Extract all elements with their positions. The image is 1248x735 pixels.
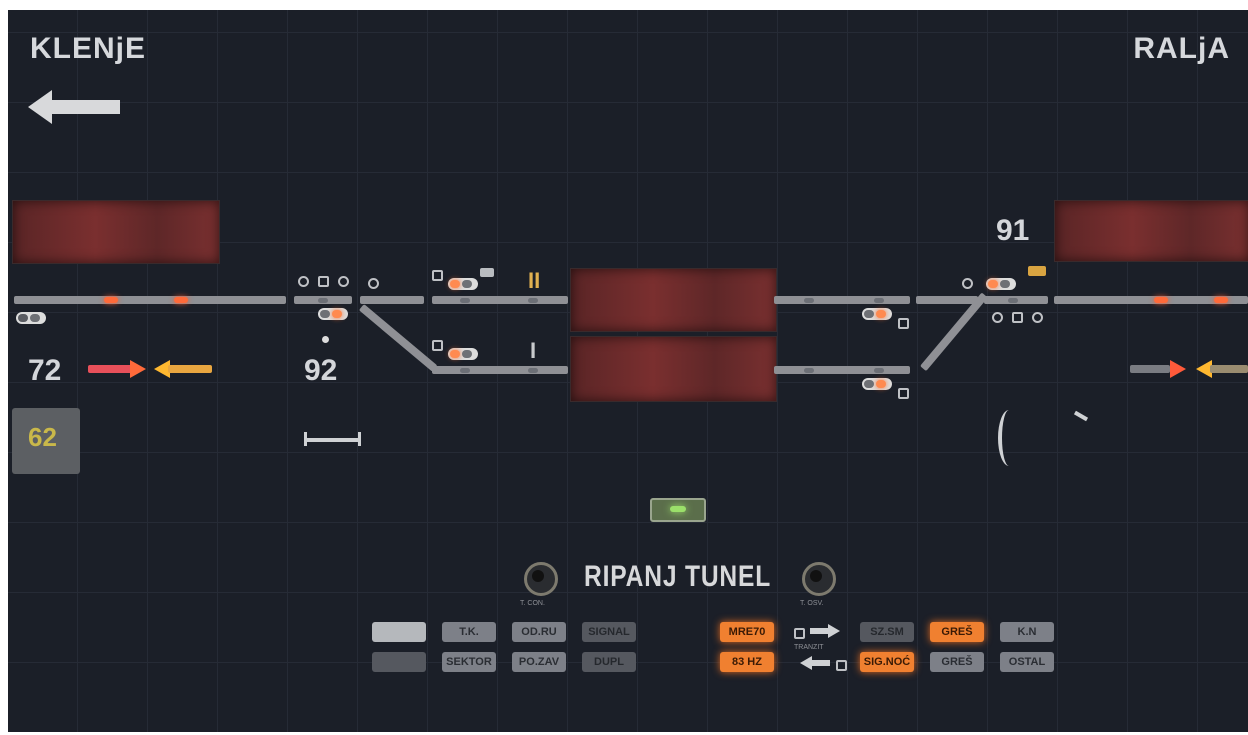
indicator-dot <box>298 276 309 287</box>
track-lamp <box>104 297 118 303</box>
track-number-1: I <box>530 338 537 363</box>
display-track-2 <box>570 268 777 332</box>
track-segment <box>360 296 424 304</box>
panel-button[interactable]: OSTAL <box>1000 652 1054 672</box>
indicator-dot <box>322 336 329 343</box>
segment-lamp <box>528 298 538 303</box>
station-right-label: RALjA <box>1133 32 1230 65</box>
panel-button[interactable]: GREŠ <box>930 652 984 672</box>
indicator-dot <box>992 312 1003 323</box>
isolation-bar-end <box>358 432 361 446</box>
panel-button-sig-noc[interactable]: SIG.NOĆ <box>860 652 914 672</box>
segment-lamp <box>874 298 884 303</box>
signal-entry-left[interactable] <box>318 308 348 320</box>
segment-lamp <box>804 298 814 303</box>
indicator-dot <box>338 276 349 287</box>
indicator-dot <box>962 278 973 289</box>
indicator-square <box>898 388 909 399</box>
block-number-72: 72 <box>28 354 62 387</box>
track-2-left <box>432 296 568 304</box>
indicator-dot <box>368 278 379 289</box>
indicator-square <box>1012 312 1023 323</box>
segment-lamp <box>874 368 884 373</box>
track-lamp <box>1154 297 1168 303</box>
knob-left-label: T. CON. <box>520 600 545 607</box>
track-1-left <box>432 366 568 374</box>
indicator-square <box>432 270 443 281</box>
control-panel: KLENjE RALjA 91 72 92 62 II I RIPANJ TUN… <box>8 10 1248 732</box>
tranzit-indicator <box>836 660 847 671</box>
panel-button-signal[interactable]: SIGNAL <box>582 622 636 642</box>
track-lamp <box>1214 297 1228 303</box>
panel-button[interactable]: DUPL <box>582 652 636 672</box>
signal-track-2-right[interactable] <box>862 308 892 320</box>
display-right <box>1054 200 1248 262</box>
segment-lamp <box>528 368 538 373</box>
arrow-left-icon[interactable] <box>800 656 832 670</box>
knob-right-label: T. OSV. <box>800 600 824 607</box>
curve-marker <box>998 410 1020 466</box>
signal-track-2-exit[interactable] <box>448 278 478 290</box>
isolation-bar <box>304 438 360 442</box>
panel-button-mre[interactable]: MRE70 <box>720 622 774 642</box>
segment-lamp <box>460 298 470 303</box>
panel-button[interactable]: OD.RU <box>512 622 566 642</box>
panel-title: RIPANJ TUNEL <box>584 560 772 593</box>
signal-track-1-right[interactable] <box>862 378 892 390</box>
switch-right <box>920 292 988 372</box>
signal-entry-right[interactable] <box>986 278 1016 290</box>
indicator-square <box>318 276 329 287</box>
display-track-1 <box>570 336 777 402</box>
arrow-left-icon <box>28 90 120 124</box>
isolation-bar-end <box>304 432 307 446</box>
panel-button[interactable] <box>372 622 426 642</box>
track-1-right <box>774 366 910 374</box>
tunnel-control-knob[interactable] <box>524 562 558 596</box>
panel-button[interactable]: SEKTOR <box>442 652 496 672</box>
indicator-square <box>898 318 909 329</box>
panel-button-83hz[interactable]: 83 HZ <box>720 652 774 672</box>
display-left <box>12 200 220 264</box>
panel-button-kn[interactable]: K.N <box>1000 622 1054 642</box>
curve-marker <box>1073 410 1089 422</box>
block-number-92: 92 <box>304 354 338 387</box>
station-left-label: KLENjE <box>30 32 147 65</box>
indicator-dot <box>1032 312 1043 323</box>
block-62-tile: 62 <box>12 408 80 474</box>
panel-button-tk[interactable]: T.K. <box>442 622 496 642</box>
segment-lamp <box>460 368 470 373</box>
track-number-2: II <box>528 268 541 293</box>
segment-lamp <box>804 368 814 373</box>
indicator-square <box>480 268 494 277</box>
track-lamp <box>174 297 188 303</box>
signal-track-1-exit[interactable] <box>448 348 478 360</box>
arrow-right-icon[interactable] <box>810 624 842 638</box>
signal-far-left[interactable] <box>16 312 46 324</box>
track-left-main <box>14 296 286 304</box>
tranzit-indicator <box>794 628 805 639</box>
panel-button[interactable] <box>372 652 426 672</box>
arrow-left-icon <box>154 360 212 378</box>
amber-indicator <box>1028 266 1046 276</box>
track-2-right <box>774 296 910 304</box>
panel-button[interactable]: SZ.SM <box>860 622 914 642</box>
arrow-right-icon <box>88 360 146 378</box>
switch-left <box>358 304 438 372</box>
panel-button[interactable]: PO.ZAV <box>512 652 566 672</box>
tunnel-lighting-knob[interactable] <box>802 562 836 596</box>
segment-lamp <box>318 298 328 303</box>
indicator-square <box>432 340 443 351</box>
block-number-62: 62 <box>28 422 57 452</box>
tranzit-label: TRANZIT <box>794 644 824 651</box>
arrow-left-icon <box>1196 360 1248 378</box>
arrow-right-icon <box>1130 360 1186 378</box>
segment-lamp <box>1008 298 1018 303</box>
block-number-91: 91 <box>996 214 1030 247</box>
green-indicator <box>650 498 706 522</box>
panel-button-gres[interactable]: GREŠ <box>930 622 984 642</box>
track-segment <box>916 296 978 304</box>
